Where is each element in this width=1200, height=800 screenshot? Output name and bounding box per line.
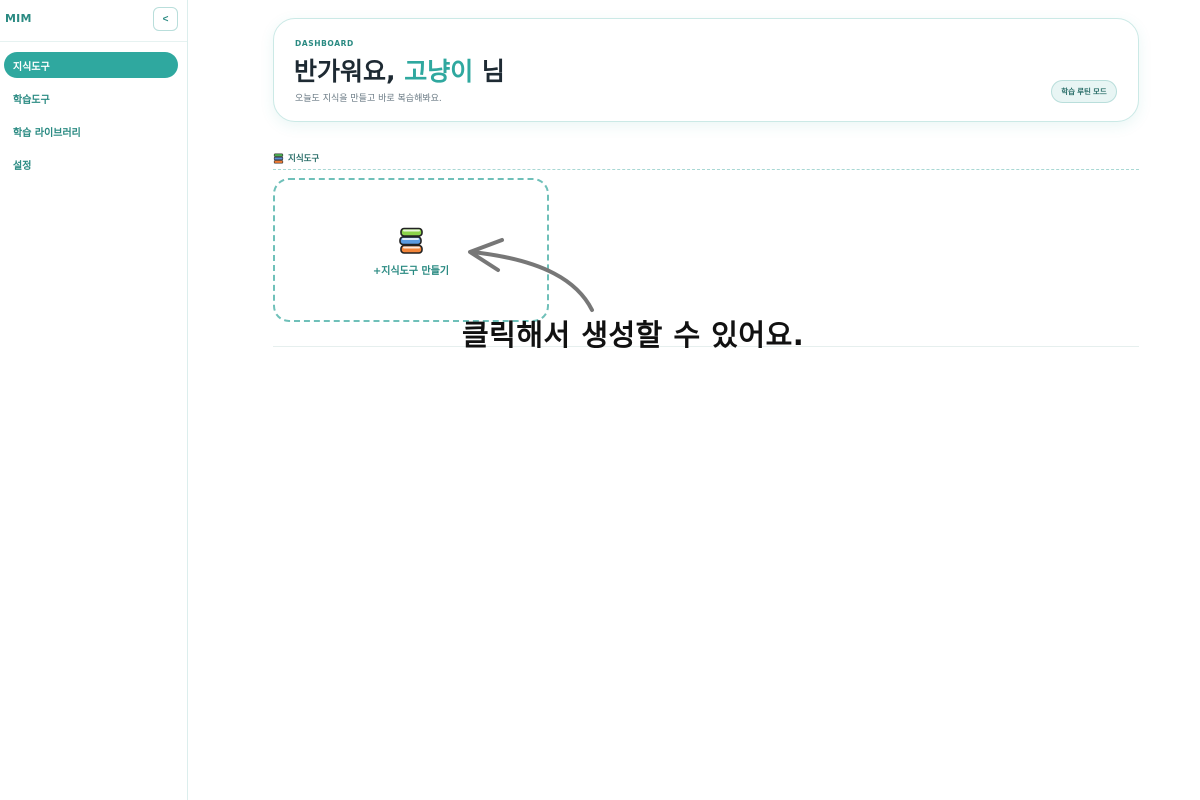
main-content: DASHBOARD 반가워요, 고냥이 님 오늘도 지식을 만들고 바로 복습해…	[188, 0, 1200, 800]
annotation-text: 클릭해서 생성할 수 있어요.	[462, 318, 805, 352]
learning-routine-button[interactable]: 학습 루틴 모드	[1051, 80, 1117, 103]
sidebar-item-learning-tools[interactable]: 학습도구	[4, 85, 178, 111]
section-divider	[273, 169, 1139, 170]
section-title: 지식도구	[288, 154, 320, 164]
books-icon	[273, 152, 284, 164]
page-title: 반가워요, 고냥이 님	[294, 52, 505, 88]
dashboard-hero: DASHBOARD 반가워요, 고냥이 님 오늘도 지식을 만들고 바로 복습해…	[273, 18, 1139, 122]
title-suffix: 님	[473, 57, 505, 86]
books-icon	[399, 227, 423, 254]
sidebar-item-knowledge-tools[interactable]: 지식도구	[4, 52, 178, 78]
sidebar-item-learning-library[interactable]: 학습 라이브러리	[4, 118, 178, 144]
title-prefix: 반가워요,	[294, 57, 405, 86]
hero-subtitle: 오늘도 지식을 만들고 바로 복습해봐요.	[295, 94, 442, 104]
sidebar: MIM < 지식도구 학습도구 학습 라이브러리 설정	[0, 0, 188, 800]
sidebar-item-settings[interactable]: 설정	[4, 151, 178, 177]
brand-logo: MIM	[5, 12, 32, 25]
sidebar-nav: 지식도구 학습도구 학습 라이브러리 설정	[0, 52, 188, 184]
user-name: 고냥이	[404, 57, 474, 86]
hero-eyebrow: DASHBOARD	[295, 39, 354, 48]
collapse-sidebar-button[interactable]: <	[153, 7, 178, 31]
section-header: 지식도구	[273, 152, 319, 164]
curved-arrow-icon	[468, 238, 594, 312]
sidebar-header: MIM <	[0, 0, 187, 42]
